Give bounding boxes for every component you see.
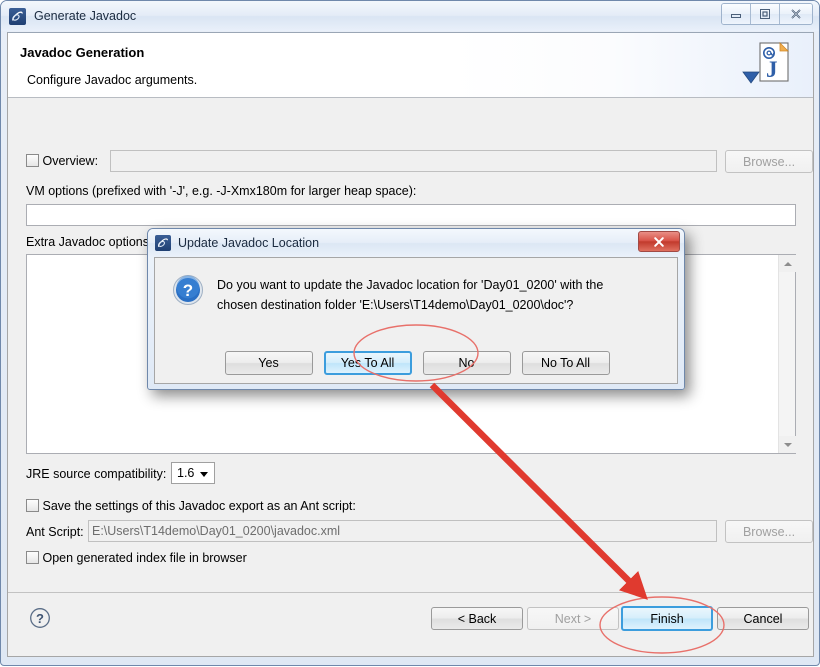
overview-checkbox-row[interactable]: Overview:	[26, 154, 98, 168]
open-index-checkbox-label: Open generated index file in browser	[42, 551, 247, 565]
chevron-down-icon	[200, 472, 208, 477]
jre-compatibility-select[interactable]: 1.6	[171, 462, 215, 484]
ant-script-label: Ant Script:	[26, 525, 84, 539]
no-to-all-button[interactable]: No To All	[521, 351, 610, 375]
page-subtitle: Configure Javadoc arguments.	[27, 73, 198, 87]
yes-button[interactable]: Yes	[224, 351, 313, 375]
javadoc-page-icon: J	[740, 39, 800, 93]
next-button[interactable]: Next >	[527, 607, 619, 630]
save-ant-checkbox-row[interactable]: Save the settings of this Javadoc export…	[26, 499, 356, 513]
open-index-checkbox[interactable]	[26, 551, 39, 564]
help-question-icon[interactable]: ?	[29, 607, 51, 629]
wizard-button-bar: ? < Back Next > Finish Cancel	[8, 592, 813, 656]
save-ant-checkbox-label: Save the settings of this Javadoc export…	[42, 499, 356, 513]
question-mark-icon: ?	[172, 274, 204, 306]
extra-options-scrollbar[interactable]	[778, 255, 796, 453]
cancel-button[interactable]: Cancel	[717, 607, 809, 630]
save-ant-checkbox[interactable]	[26, 499, 39, 512]
modal-title: Update Javadoc Location	[178, 236, 320, 250]
back-button[interactable]: < Back	[431, 607, 523, 630]
update-javadoc-location-dialog: Update Javadoc Location ? Do you want to…	[147, 228, 685, 390]
ant-script-browse-button[interactable]: Browse...	[725, 520, 813, 543]
wizard-header: Javadoc Generation Configure Javadoc arg…	[8, 33, 813, 98]
jre-compatibility-value: 1.6	[177, 466, 195, 480]
yes-to-all-button[interactable]: Yes To All	[323, 351, 412, 375]
modal-titlebar: Update Javadoc Location	[148, 229, 684, 257]
modal-close-button[interactable]	[638, 231, 680, 252]
vm-options-label: VM options (prefixed with '-J', e.g. -J-…	[26, 184, 417, 198]
close-icon	[791, 9, 801, 19]
eclipse-icon-glyph	[12, 11, 23, 21]
eclipse-icon	[9, 7, 26, 25]
close-button[interactable]	[780, 4, 812, 24]
modal-button-row: Yes Yes To All No No To All	[155, 351, 679, 375]
modal-message-line-2: chosen destination folder 'E:\Users\T14d…	[217, 298, 574, 312]
scroll-down-arrow-icon[interactable]	[779, 436, 796, 453]
maximize-button[interactable]	[751, 4, 780, 24]
page-title: Javadoc Generation	[20, 45, 145, 60]
javadoc-page-icon-glyph: J	[742, 42, 789, 84]
scroll-up-arrow-icon[interactable]	[779, 255, 796, 272]
modal-message-line-1: Do you want to update the Javadoc locati…	[217, 278, 604, 292]
finish-button[interactable]: Finish	[621, 606, 713, 631]
eclipse-icon	[155, 235, 171, 251]
close-icon	[654, 236, 664, 247]
no-button[interactable]: No	[422, 351, 511, 375]
window-title: Generate Javadoc	[34, 9, 137, 23]
overview-browse-button[interactable]: Browse...	[725, 150, 813, 173]
svg-text:?: ?	[183, 281, 193, 300]
help-question-icon-glyph: ?	[30, 608, 50, 628]
window-titlebar: Generate Javadoc	[1, 1, 819, 31]
maximize-icon	[760, 9, 770, 19]
window-controls	[721, 3, 813, 25]
modal-message: Do you want to update the Javadoc locati…	[217, 275, 657, 315]
generate-javadoc-window: Generate Javadoc Javadoc Generation Conf…	[0, 0, 820, 666]
eclipse-icon-glyph	[157, 238, 168, 247]
question-mark-icon-glyph: ?	[173, 275, 203, 305]
overview-checkbox-label: Overview:	[42, 154, 99, 168]
open-index-checkbox-row[interactable]: Open generated index file in browser	[26, 551, 247, 565]
jre-compatibility-label: JRE source compatibility:	[26, 467, 167, 481]
svg-text:?: ?	[36, 611, 44, 626]
ant-script-input[interactable]: E:\Users\T14demo\Day01_0200\javadoc.xml	[88, 520, 717, 542]
minimize-icon	[731, 14, 741, 18]
modal-client-area: ? Do you want to update the Javadoc loca…	[154, 257, 678, 384]
vm-options-input[interactable]	[26, 204, 796, 226]
overview-checkbox[interactable]	[26, 154, 39, 167]
svg-text:J: J	[766, 57, 778, 82]
overview-input[interactable]	[110, 150, 717, 172]
minimize-button[interactable]	[722, 4, 751, 24]
